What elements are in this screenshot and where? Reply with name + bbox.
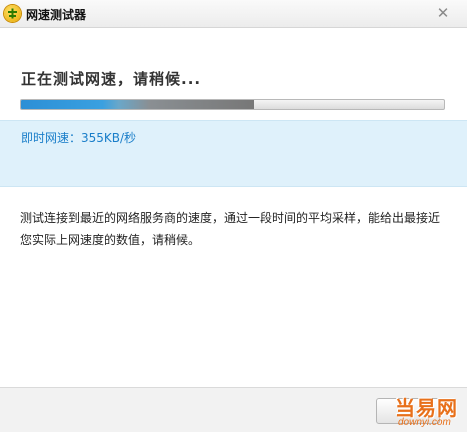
progress-fill <box>21 100 254 109</box>
app-logo-icon <box>4 5 21 22</box>
description-text: 测试连接到最近的网络服务商的速度，通过一段时间的平均采样，能给出最接近您实际上网… <box>20 211 441 247</box>
speed-panel: 即时网速：355KB/秒 <box>0 120 467 187</box>
watermark-domain: downyi.com <box>398 417 451 428</box>
close-icon: ✕ <box>436 4 450 22</box>
close-button[interactable]: ✕ <box>433 4 453 22</box>
watermark-logo: 当易网 downyi.com <box>395 392 465 430</box>
instant-speed-readout: 即时网速：355KB/秒 <box>21 131 137 145</box>
window-title: 网速测试器 <box>26 8 87 22</box>
status-heading: 正在测试网速，请稍候... <box>21 70 202 88</box>
progress-bar <box>20 99 445 110</box>
title-bar: 网速测试器 ✕ <box>0 0 467 28</box>
